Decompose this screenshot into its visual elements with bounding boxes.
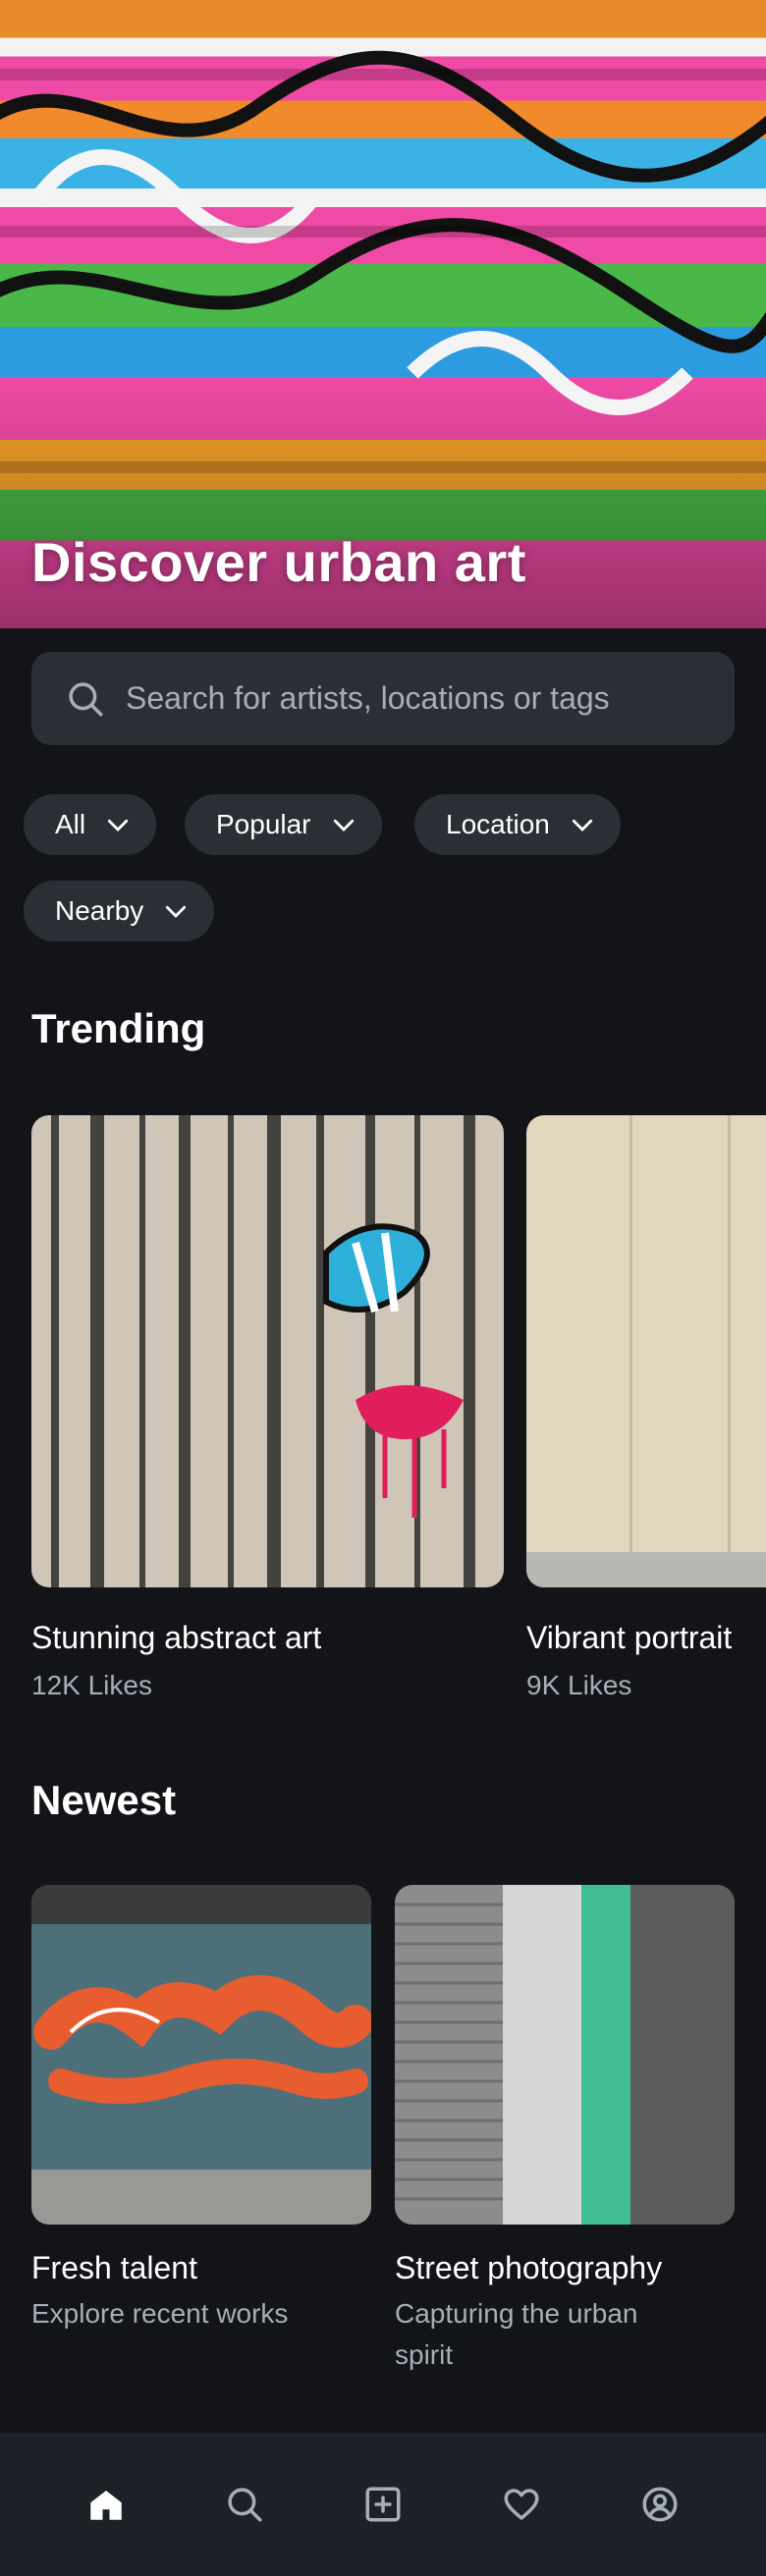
nav-search[interactable] — [215, 2475, 274, 2534]
bottom-navigation — [0, 2433, 766, 2576]
search-icon — [228, 2488, 262, 2522]
chevron-down-icon — [166, 905, 187, 918]
section-title-trending: Trending — [31, 1005, 206, 1051]
filter-label: Location — [446, 809, 550, 839]
search-bar[interactable] — [31, 652, 735, 745]
newest-card-title-1: Fresh talent — [31, 2250, 197, 2285]
filter-chip-popular[interactable]: Popular — [185, 794, 382, 855]
shutter-wall-image — [395, 1885, 735, 2225]
trending-card-image-1[interactable] — [31, 1115, 504, 1587]
hero-banner: Discover urban art — [0, 0, 766, 628]
graffiti-concrete-image — [31, 1115, 504, 1587]
newest-card-title-2: Street photography — [395, 2250, 663, 2285]
newest-card-subtitle-1: Explore recent works — [31, 2298, 289, 2329]
add-icon — [365, 2487, 401, 2522]
chevron-down-icon — [108, 819, 129, 832]
section-title-newest: Newest — [31, 1777, 177, 1823]
nav-favorites[interactable] — [492, 2475, 551, 2534]
filter-label: Popular — [216, 809, 311, 839]
filter-label: Nearby — [55, 895, 144, 926]
trending-card-image-2[interactable] — [526, 1115, 766, 1587]
newest-card-image-2[interactable] — [395, 1885, 735, 2225]
nav-profile[interactable] — [630, 2475, 689, 2534]
chevron-down-icon — [333, 819, 354, 832]
filter-chip-all[interactable]: All — [24, 794, 157, 855]
search-input[interactable] — [126, 680, 715, 717]
filter-label: All — [55, 809, 86, 839]
newest-card-subtitle-2-line2: spirit — [395, 2339, 454, 2370]
nav-add[interactable] — [354, 2475, 412, 2534]
trending-card-title-2: Vibrant portrait — [526, 1620, 733, 1655]
profile-icon — [642, 2487, 678, 2522]
chevron-down-icon — [572, 819, 592, 832]
graffiti-brick-wall-image — [31, 1885, 371, 2225]
nav-home[interactable] — [77, 2475, 136, 2534]
heart-icon — [504, 2489, 539, 2520]
beige-wall-image — [526, 1115, 766, 1587]
search-icon — [69, 681, 103, 716]
newest-card-subtitle-2: Capturing the urban — [395, 2298, 638, 2329]
trending-card-likes-2: 9K Likes — [526, 1670, 632, 1700]
home-icon — [90, 2491, 123, 2520]
trending-card-title-1: Stunning abstract art — [31, 1620, 322, 1655]
page-title: Discover urban art — [31, 531, 526, 593]
newest-card-image-1[interactable] — [31, 1885, 371, 2225]
filter-chip-nearby[interactable]: Nearby — [24, 881, 215, 941]
trending-card-likes-1: 12K Likes — [31, 1670, 152, 1700]
filter-chip-location[interactable]: Location — [414, 794, 621, 855]
